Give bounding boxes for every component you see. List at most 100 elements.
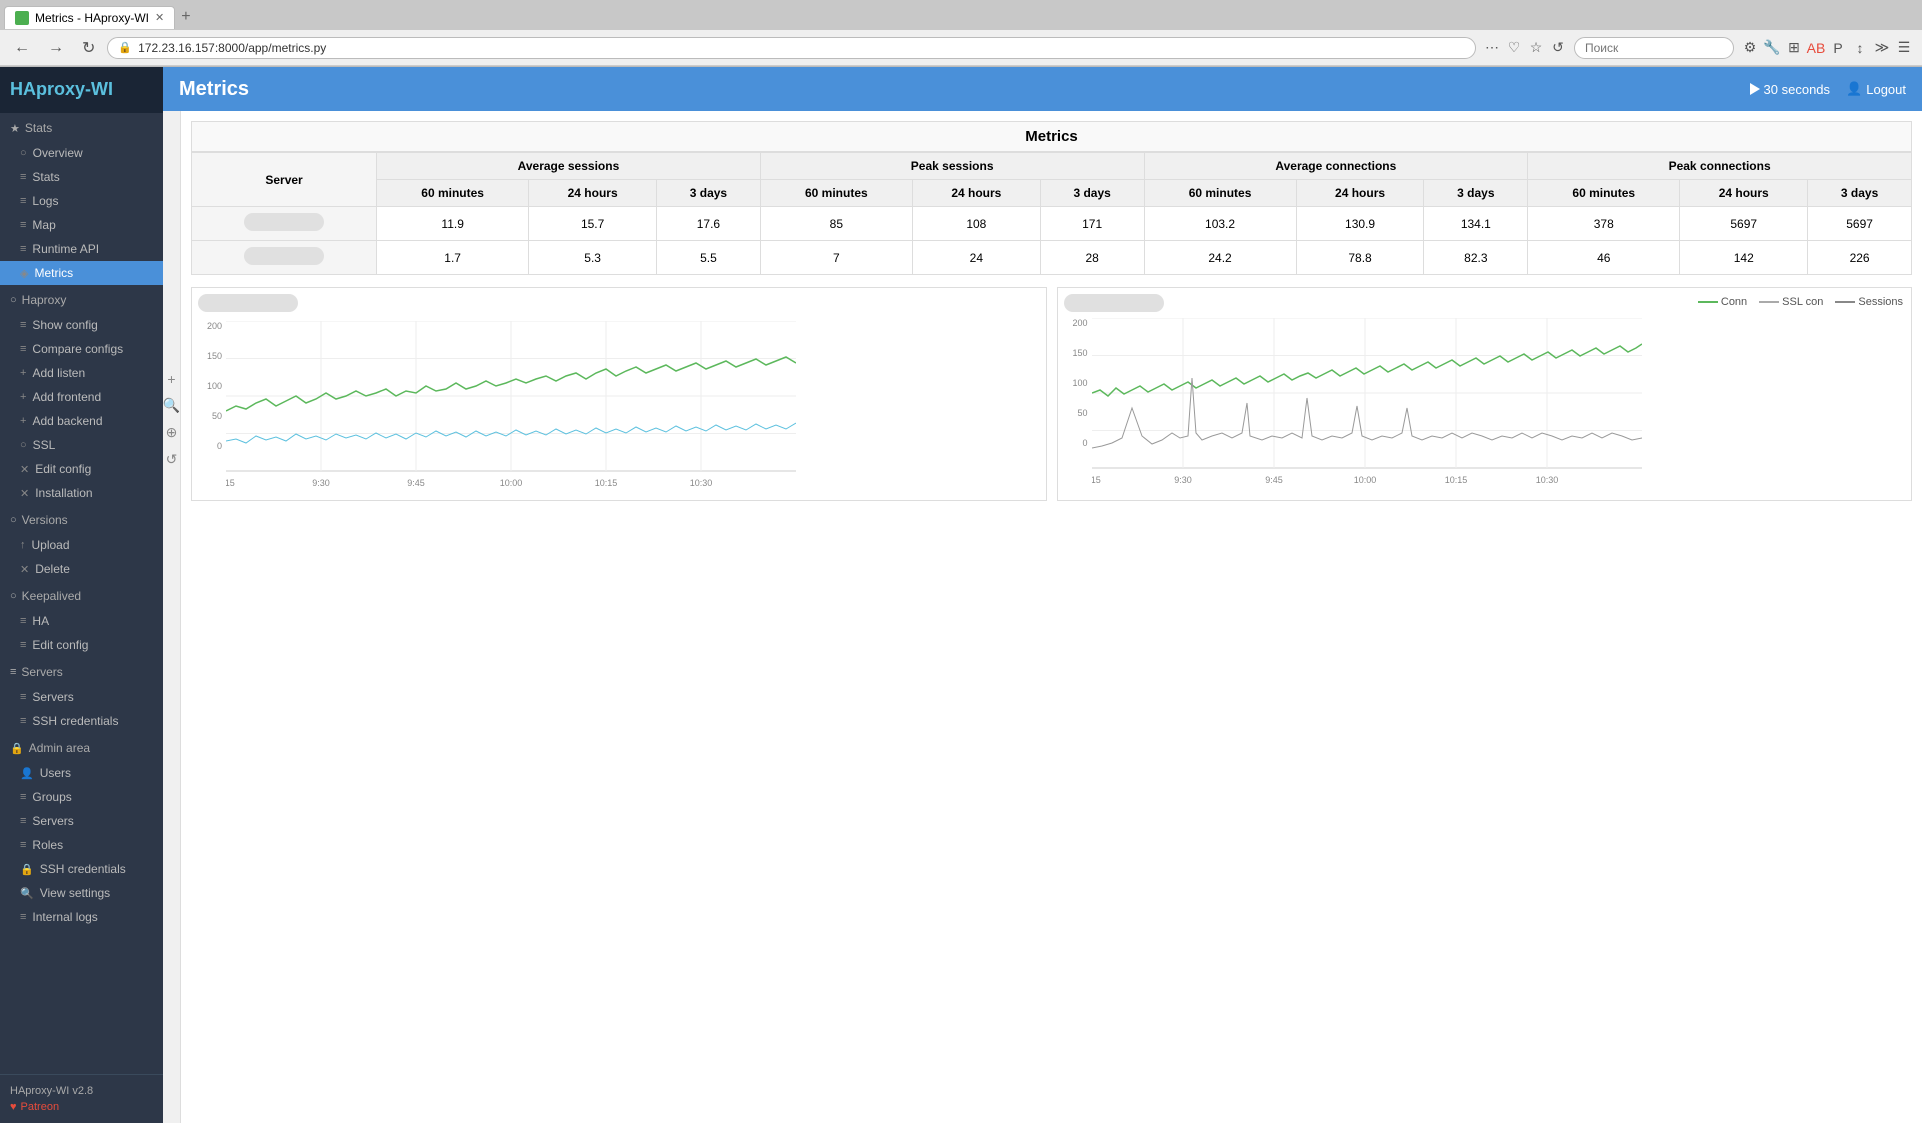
tab-label: Metrics - HAproxy-WI: [35, 11, 149, 25]
sidebar-item-ssl[interactable]: ○ SSL: [0, 433, 163, 457]
pocket-icon[interactable]: P: [1828, 38, 1848, 58]
peak-sess-24-2: 24: [912, 241, 1040, 275]
tools-icon[interactable]: 🔧: [1762, 38, 1782, 58]
stats-section-icon: ★: [10, 122, 20, 135]
new-tab-button[interactable]: +: [175, 8, 196, 26]
server-pill-1: [244, 213, 324, 231]
sidebar-item-users[interactable]: 👤 Users: [0, 761, 163, 785]
section-servers-header[interactable]: ≡ Servers: [0, 659, 163, 685]
servers-icon: ≡: [20, 691, 26, 703]
section-admin-header[interactable]: 🔒 Admin area: [0, 735, 163, 761]
stats-icon: ≡: [20, 171, 26, 183]
add-listen-icon: +: [20, 367, 26, 379]
legend-conn: Conn: [1698, 296, 1747, 308]
sidebar-item-add-backend[interactable]: + Add backend: [0, 409, 163, 433]
overview-icon: ○: [20, 147, 27, 159]
sidebar-item-edit-config[interactable]: ✕ Edit config: [0, 457, 163, 481]
forward-button[interactable]: →: [42, 37, 70, 59]
section-versions-header[interactable]: ○ Versions: [0, 507, 163, 533]
chart1-svg: 9:15 9:30 9:45 10:00 10:15 10:30: [226, 321, 796, 491]
groups-label: Groups: [32, 790, 71, 804]
logout-button[interactable]: 👤 Logout: [1846, 81, 1906, 97]
view-settings-icon: 🔍: [20, 887, 34, 900]
server-header: Server: [192, 153, 377, 207]
svg-text:10:15: 10:15: [595, 478, 618, 488]
refresh-interval-button[interactable]: 30 seconds: [1750, 82, 1831, 97]
sidebar-item-add-frontend[interactable]: + Add frontend: [0, 385, 163, 409]
section-haproxy-header[interactable]: ○ Haproxy: [0, 287, 163, 313]
sidebar-item-servers[interactable]: ≡ Servers: [0, 685, 163, 709]
avg-conn-60min: 60 minutes: [1144, 180, 1296, 207]
search-input[interactable]: [1574, 37, 1734, 59]
back-button[interactable]: ←: [8, 37, 36, 59]
tab-close-button[interactable]: ✕: [155, 11, 164, 24]
sidebar-item-show-config[interactable]: ≡ Show config: [0, 313, 163, 337]
sidebar-item-add-listen[interactable]: + Add listen: [0, 361, 163, 385]
cursor-icon[interactable]: ⊕: [166, 424, 178, 441]
sidebar-patreon[interactable]: ♥ Patreon: [10, 1101, 153, 1113]
settings-icon[interactable]: ⚙: [1740, 38, 1760, 58]
adblock-icon[interactable]: AB: [1806, 38, 1826, 58]
star-icon[interactable]: ☆: [1526, 38, 1546, 58]
sidebar-item-ssh-creds[interactable]: ≡ SSH credentials: [0, 709, 163, 733]
sidebar-item-admin-ssh[interactable]: 🔒 SSH credentials: [0, 857, 163, 881]
peak-connections-header: Peak connections: [1528, 153, 1912, 180]
compare-icon: ≡: [20, 343, 26, 355]
chart1-inner: Connections 200 150 100 50 0: [198, 321, 1040, 494]
avg-sess-3d-1: 17.6: [657, 207, 761, 241]
play-icon: [1750, 83, 1760, 95]
section-haproxy: ○ Haproxy ≡ Show config ≡ Compare config…: [0, 287, 163, 505]
avg-conn-3d-1: 134.1: [1424, 207, 1528, 241]
sidebar-item-groups[interactable]: ≡ Groups: [0, 785, 163, 809]
section-stats-header[interactable]: ★ Stats: [0, 115, 163, 141]
search-chart-icon[interactable]: 🔍: [163, 397, 180, 414]
more-icon[interactable]: ≫: [1872, 38, 1892, 58]
legend-sessions-label: Sessions: [1858, 296, 1903, 308]
reset-icon[interactable]: ↺: [166, 451, 178, 468]
ssl-label: SSL: [33, 438, 56, 452]
versions-section-icon: ○: [10, 514, 17, 526]
section-stats: ★ Stats ○ Overview ≡ Stats ≡ Logs ≡ Ma: [0, 115, 163, 285]
sidebar-item-delete[interactable]: ✕ Delete: [0, 557, 163, 581]
installation-icon: ✕: [20, 487, 29, 500]
chart-2: Conn SSL con Sessions: [1057, 287, 1913, 501]
section-keepalived-label: Keepalived: [22, 589, 81, 603]
refresh-button[interactable]: ↻: [76, 36, 101, 60]
zoom-in-icon[interactable]: +: [167, 371, 175, 387]
sidebar-item-compare-configs[interactable]: ≡ Compare configs: [0, 337, 163, 361]
keepalived-edit-label: Edit config: [32, 638, 88, 652]
svg-text:9:15: 9:15: [226, 478, 235, 488]
sidebar-item-upload[interactable]: ↑ Upload: [0, 533, 163, 557]
sidebar-item-installation[interactable]: ✕ Installation: [0, 481, 163, 505]
sidebar-item-roles[interactable]: ≡ Roles: [0, 833, 163, 857]
sidebar-item-map[interactable]: ≡ Map: [0, 213, 163, 237]
tab-bar: Metrics - HAproxy-WI ✕ +: [0, 0, 1922, 30]
sidebar-item-metrics[interactable]: ◈ Metrics: [0, 261, 163, 285]
sidebar-item-stats[interactable]: ≡ Stats: [0, 165, 163, 189]
sidebar-item-keepalived-edit-config[interactable]: ≡ Edit config: [0, 633, 163, 657]
peak-conn-24h: 24 hours: [1680, 180, 1808, 207]
section-keepalived-header[interactable]: ○ Keepalived: [0, 583, 163, 609]
bookmark-icon[interactable]: ♡: [1504, 38, 1524, 58]
sidebar-item-overview[interactable]: ○ Overview: [0, 141, 163, 165]
delete-icon: ✕: [20, 563, 29, 576]
browser-tab[interactable]: Metrics - HAproxy-WI ✕: [4, 6, 175, 29]
address-bar[interactable]: 🔒 172.23.16.157:8000/app/metrics.py: [107, 37, 1476, 59]
sidebar-item-admin-servers[interactable]: ≡ Servers: [0, 809, 163, 833]
sidebar-item-ha[interactable]: ≡ HA: [0, 609, 163, 633]
sidebar-item-logs[interactable]: ≡ Logs: [0, 189, 163, 213]
avg-sess-3d-2: 5.5: [657, 241, 761, 275]
sidebar-item-runtime-api[interactable]: ≡ Runtime API: [0, 237, 163, 261]
peak-conn-24-1: 5697: [1680, 207, 1808, 241]
reload-icon[interactable]: ↺: [1548, 38, 1568, 58]
tab-favicon: [15, 11, 29, 25]
sync-icon[interactable]: ↕: [1850, 38, 1870, 58]
extensions-icon[interactable]: ⊞: [1784, 38, 1804, 58]
sidebar-item-view-settings[interactable]: 🔍 View settings: [0, 881, 163, 905]
delete-label: Delete: [35, 562, 70, 576]
users-label: Users: [40, 766, 71, 780]
hamburger-icon[interactable]: ☰: [1894, 38, 1914, 58]
sidebar-item-internal-logs[interactable]: ≡ Internal logs: [0, 905, 163, 929]
menu-icon[interactable]: ⋯: [1482, 38, 1502, 58]
overview-label: Overview: [33, 146, 83, 160]
